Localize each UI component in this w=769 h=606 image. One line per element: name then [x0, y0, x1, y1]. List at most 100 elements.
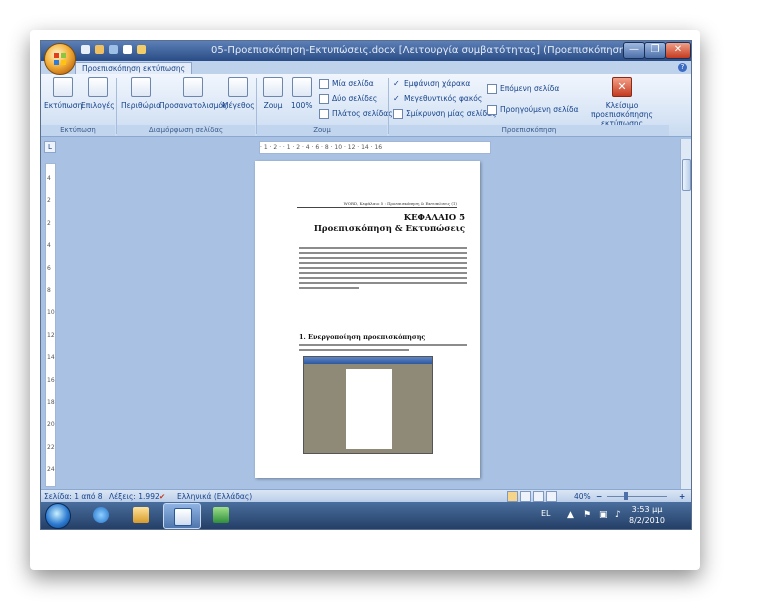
options-label: Επιλογές [81, 101, 115, 110]
previous-page-icon [487, 105, 497, 115]
vertical-ruler-number: 2 [47, 197, 51, 205]
group-label-print: Εκτύπωση [41, 125, 115, 136]
two-pages-icon [319, 94, 329, 104]
vertical-ruler-number: 8 [47, 287, 51, 295]
page-width-label: Πλάτος σελίδας [332, 109, 393, 118]
open-folder-icon[interactable] [137, 45, 146, 54]
text-line [299, 282, 467, 284]
zoom-100-label: 100% [291, 101, 313, 110]
shrink-page-icon [393, 109, 403, 119]
view-buttons [507, 491, 567, 515]
full-screen-view-icon[interactable] [520, 491, 531, 502]
zoom-slider-thumb[interactable] [624, 492, 628, 500]
orientation-icon [183, 77, 204, 97]
margins-button[interactable]: Περιθώρια [121, 77, 161, 110]
vertical-ruler-labels: 4 2 2 4 6 8 10 12 14 16 18 20 22 24 [47, 168, 55, 482]
vertical-ruler-number: 14 [47, 354, 55, 362]
close-preview-button[interactable]: ✕ Κλείσιμο προεπισκόπησης εκτύπωσης [574, 77, 670, 128]
zoom-slider[interactable] [607, 496, 667, 497]
magnifier-icon [263, 77, 283, 97]
office-logo-icon [54, 53, 66, 65]
vertical-ruler-number: 10 [47, 309, 55, 317]
maximize-button[interactable]: ❐ [644, 42, 666, 59]
start-button[interactable] [45, 503, 71, 529]
print-label: Εκτύπωση [44, 101, 83, 110]
vertical-ruler-number: 4 [47, 242, 51, 250]
vertical-scrollbar[interactable] [680, 139, 691, 489]
taskbar-app-button[interactable] [203, 503, 239, 527]
redo-icon[interactable] [109, 45, 118, 54]
status-bar: Σελίδα: 1 από 8 Λέξεις: 1.992 ✔ Ελληνικά… [41, 489, 691, 515]
page-width-button[interactable]: Πλάτος σελίδας [319, 109, 393, 119]
zoom-button[interactable]: Ζουμ [263, 77, 283, 110]
internet-explorer-icon [93, 507, 109, 523]
size-button[interactable]: Μέγεθος [222, 77, 255, 110]
taskbar-word-button[interactable] [163, 503, 201, 529]
one-page-button[interactable]: Μία σελίδα [319, 79, 374, 89]
previous-page-label: Προηγούμενη σελίδα [500, 105, 579, 114]
vertical-ruler-number: 18 [47, 399, 55, 407]
margins-label: Περιθώρια [121, 101, 162, 110]
print-layout-view-icon[interactable] [507, 491, 518, 502]
tray-language[interactable]: EL [541, 509, 551, 518]
minimize-button[interactable]: — [623, 42, 645, 59]
vertical-ruler-number: 22 [47, 443, 55, 451]
show-hidden-icons-icon[interactable]: ▲ [567, 510, 574, 520]
ribbon: Εκτύπωση Επιλογές Εκτύπωση Περιθώρια Προ… [41, 74, 691, 137]
network-icon[interactable]: ▣ [599, 510, 608, 520]
title-bar: 05-Προεπισκόπηση-Εκτυπώσεις.docx [Λειτου… [41, 41, 691, 61]
save-icon[interactable] [81, 45, 90, 54]
checkmark-icon: ✓ [393, 94, 400, 103]
show-ruler-checkbox[interactable]: ✓ Εμφάνιση χάρακα [393, 79, 470, 88]
zoom-100-button[interactable]: 100% [291, 77, 312, 110]
taskbar-ie-button[interactable] [83, 503, 119, 527]
screenshot-titlebar [304, 357, 432, 364]
scrollbar-thumb[interactable] [682, 159, 691, 191]
help-icon[interactable]: ? [678, 63, 687, 72]
group-label-page-setup: Διαμόρφωση σελίδας [117, 125, 255, 136]
volume-icon[interactable]: ♪ [615, 510, 621, 520]
shrink-one-page-button[interactable]: Σμίκρυνση μίας σελίδας [393, 109, 496, 119]
tray-clock[interactable]: 3:53 μμ 8/2/2010 [629, 504, 665, 526]
document-page[interactable]: WORD, Κεφάλαιο 5 : Προεπισκόπηση & Εκτυπ… [255, 161, 480, 478]
orientation-button[interactable]: Προσανατολισμός [159, 77, 227, 110]
outline-view-icon[interactable] [546, 491, 557, 502]
window-title: 05-Προεπισκόπηση-Εκτυπώσεις.docx [Λειτου… [211, 45, 692, 56]
flag-icon[interactable]: ⚑ [583, 510, 591, 520]
text-line [299, 349, 409, 351]
magnifier-checkbox[interactable]: ✓ Μεγεθυντικός φακός [393, 94, 482, 103]
print-options-icon [87, 77, 108, 97]
margins-icon [131, 77, 152, 97]
text-line [299, 344, 467, 346]
ruler-toggle-button[interactable]: L [44, 141, 56, 153]
clock-time: 3:53 μμ [631, 505, 663, 514]
two-pages-button[interactable]: Δύο σελίδες [319, 94, 377, 104]
office-button[interactable] [44, 43, 76, 75]
embedded-screenshot [303, 356, 433, 454]
options-button[interactable]: Επιλογές [81, 77, 115, 110]
previous-page-button[interactable]: Προηγούμενη σελίδα [487, 105, 579, 115]
web-layout-view-icon[interactable] [533, 491, 544, 502]
vertical-ruler-number: 20 [47, 421, 55, 429]
new-document-icon[interactable] [123, 45, 132, 54]
close-preview-label: Κλείσιμο προεπισκόπησης εκτύπωσης [591, 101, 653, 128]
page-header: WORD, Κεφάλαιο 5 : Προεπισκόπηση & Εκτυπ… [297, 201, 457, 208]
folder-icon [133, 507, 149, 523]
horizontal-ruler[interactable]: · 1 · 2 · · 1 · 2 · 4 · 6 · 8 · 10 · 12 … [259, 141, 491, 154]
vertical-ruler-number: 6 [47, 264, 51, 272]
vertical-ruler[interactable]: 4 2 2 4 6 8 10 12 14 16 18 20 22 24 [45, 163, 56, 487]
close-button[interactable]: ✕ [665, 42, 691, 59]
shrink-one-page-label: Σμίκρυνση μίας σελίδας [406, 109, 497, 118]
show-ruler-label: Εμφάνιση χάρακα [404, 79, 471, 88]
next-page-button[interactable]: Επόμενη σελίδα [487, 84, 559, 94]
group-label-zoom: Ζουμ [257, 125, 387, 136]
checkmark-icon: ✓ [393, 79, 400, 88]
zoom-label: Ζουμ [263, 101, 283, 110]
page-width-icon [319, 109, 329, 119]
undo-icon[interactable] [95, 45, 104, 54]
orientation-label: Προσανατολισμός [159, 101, 228, 110]
taskbar-explorer-button[interactable] [123, 503, 159, 527]
vertical-ruler-number: 24 [47, 466, 55, 474]
zoom-100-icon [291, 77, 312, 97]
print-button[interactable]: Εκτύπωση [44, 77, 82, 110]
